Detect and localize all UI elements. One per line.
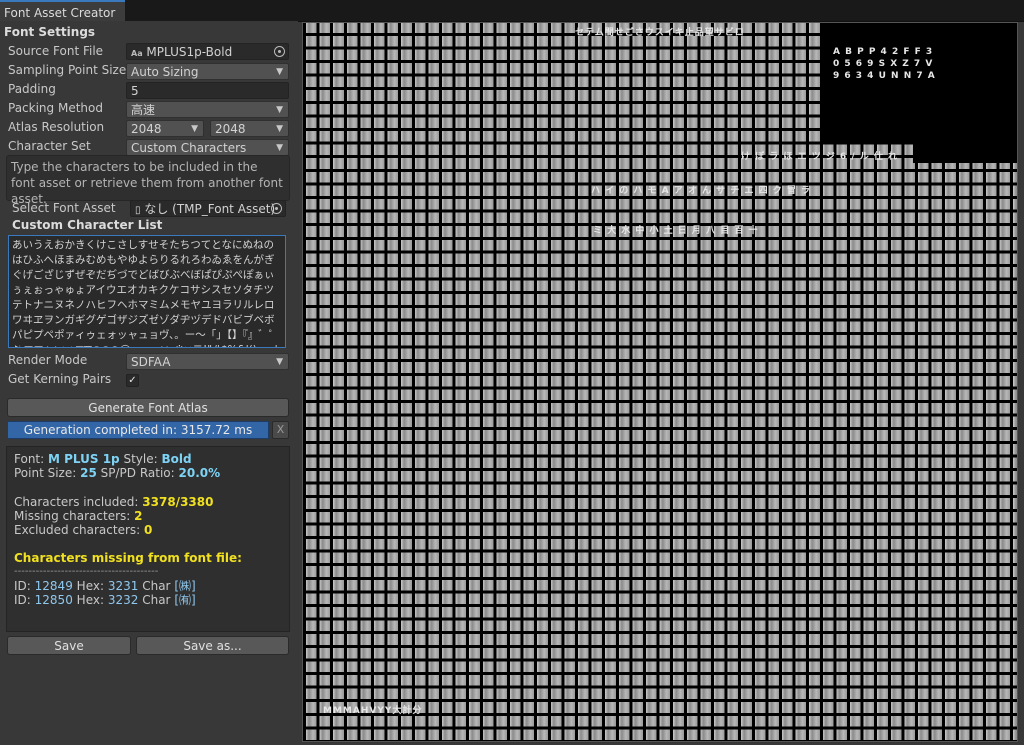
- missing-title: Characters missing from font file:: [14, 551, 242, 565]
- atlas-glyph-row: 0 5 6 9 S X Z 7 V: [833, 59, 934, 69]
- missing-char-row: ID: 12849 Hex: 3231 Char [㈱]: [14, 579, 196, 594]
- atlas-width-value: 2048: [131, 122, 162, 136]
- atlas-glyph-row: ハ イ の ハ モ A ア オ ん サ チ エ 四 ク 冒 ラ: [591, 186, 811, 196]
- source-font-field[interactable]: Aa MPLUS1p-Bold: [126, 43, 289, 60]
- tab-font-asset-creator[interactable]: Font Asset Creator: [0, 0, 126, 21]
- atlas-height-dropdown[interactable]: 2048 ▼: [210, 120, 289, 137]
- padding-input[interactable]: 5: [126, 82, 289, 99]
- kerning-checkbox[interactable]: ✓: [126, 374, 139, 387]
- char-value: [㈲]: [174, 593, 196, 607]
- atlas-empty-region: [823, 23, 1017, 143]
- atlas-glyph-row: 9 6 3 4 U N N 7 A: [833, 71, 936, 81]
- atlas-glyph-row: セテム間せごさウスイキ止品望サビロ: [575, 28, 745, 38]
- render-mode-label: Render Mode: [8, 353, 88, 367]
- atlas-glyph-row: A B P P 4 2 F F 3: [833, 47, 934, 57]
- character-set-value: Custom Characters: [131, 141, 247, 155]
- select-font-asset-field[interactable]: ▯ なし (TMP_Font Asset): [130, 200, 286, 217]
- object-picker-icon[interactable]: [271, 203, 282, 214]
- render-mode-value: SDFAA: [131, 355, 171, 369]
- sampling-point-size-value: Auto Sizing: [131, 65, 199, 79]
- source-font-label: Source Font File: [8, 44, 104, 58]
- custom-character-list-title: Custom Character List: [12, 218, 163, 232]
- included-label: Characters included:: [14, 495, 139, 509]
- document-icon: ▯: [135, 205, 141, 216]
- custom-character-list-textarea[interactable]: あいうえおかきくけこさしすせそたちつてとなにぬねのはひふへほまみむめもやゆよらり…: [8, 235, 286, 348]
- char-label: Char: [142, 593, 171, 607]
- hex-label: Hex:: [76, 593, 105, 607]
- atlas-resolution-label: Atlas Resolution: [8, 120, 105, 134]
- sampling-point-size-label: Sampling Point Size: [8, 63, 127, 77]
- generation-report: Font: M PLUS 1p Style: Bold Point Size: …: [6, 446, 290, 632]
- char-value: [㈱]: [174, 579, 196, 593]
- chevron-down-icon: ▼: [276, 143, 283, 153]
- atlas-empty-region: [913, 143, 1017, 163]
- style-value: Bold: [161, 452, 192, 466]
- packing-method-value: 高速: [131, 103, 156, 117]
- save-as-button[interactable]: Save as...: [136, 636, 289, 655]
- id-label: ID:: [14, 593, 31, 607]
- character-set-dropdown[interactable]: Custom Characters ▼: [126, 139, 289, 156]
- tab-bar: Font Asset Creator: [0, 0, 1024, 22]
- render-mode-dropdown[interactable]: SDFAA ▼: [126, 353, 289, 370]
- missing-char-row: ID: 12850 Hex: 3232 Char [㈲]: [14, 593, 196, 608]
- hex-label: Hex:: [76, 579, 105, 593]
- point-size-value: 25: [80, 466, 97, 480]
- report-divider: ----------------------------------------: [14, 566, 159, 577]
- ratio-value: 20.0%: [178, 466, 221, 480]
- hex-value: 3232: [107, 593, 139, 607]
- cancel-generation-button[interactable]: X: [272, 421, 289, 439]
- object-picker-icon[interactable]: [274, 46, 285, 57]
- select-font-asset-value: なし (TMP_Font Asset): [144, 202, 276, 216]
- padding-label: Padding: [8, 82, 56, 96]
- font-atlas-preview: セテム間せごさウスイキ止品望サビロ A B P P 4 2 F F 3 0 5 …: [302, 22, 1018, 742]
- generation-progress-bar: Generation completed in: 3157.72 ms: [7, 421, 269, 439]
- missing-label: Missing characters:: [14, 509, 131, 523]
- character-set-help-box: Type the characters to be included in th…: [6, 155, 290, 206]
- excluded-value: 0: [144, 523, 153, 537]
- missing-value: 2: [134, 509, 143, 523]
- font-value: M PLUS 1p: [48, 452, 120, 466]
- source-font-value: MPLUS1p-Bold: [146, 45, 233, 59]
- atlas-height-value: 2048: [215, 122, 246, 136]
- sampling-point-size-dropdown[interactable]: Auto Sizing ▼: [126, 63, 289, 80]
- select-font-asset-label: Select Font Asset: [12, 201, 116, 215]
- id-value: 12850: [34, 593, 73, 607]
- atlas-width-dropdown[interactable]: 2048 ▼: [126, 120, 204, 137]
- font-label: Font:: [14, 452, 45, 466]
- font-file-icon: Aa: [131, 49, 143, 58]
- chevron-down-icon: ▼: [276, 67, 283, 77]
- chevron-down-icon: ▼: [191, 124, 198, 134]
- hex-value: 3231: [107, 579, 139, 593]
- style-label: Style:: [123, 452, 158, 466]
- id-label: ID:: [14, 579, 31, 593]
- packing-method-label: Packing Method: [8, 101, 103, 115]
- char-label: Char: [142, 579, 171, 593]
- generate-font-atlas-button[interactable]: Generate Font Atlas: [7, 398, 289, 417]
- atlas-glyph-row: MMMAHVYY大計分: [323, 706, 423, 716]
- chevron-down-icon: ▼: [276, 124, 283, 134]
- section-title-font-settings: Font Settings: [4, 25, 96, 39]
- save-button[interactable]: Save: [7, 636, 131, 655]
- settings-panel: Font Settings Source Font File Aa MPLUS1…: [0, 21, 298, 745]
- chevron-down-icon: ▼: [276, 357, 283, 367]
- atlas-glyph-row: ミ 大 水 中 小 土 日 月 八 目 百 十: [593, 226, 759, 236]
- atlas-glyph-row: け ぼ ラ ほ エ ツ ジ 6 / ル 仕 れ: [741, 152, 899, 162]
- id-value: 12849: [34, 579, 73, 593]
- excluded-label: Excluded characters:: [14, 523, 141, 537]
- chevron-down-icon: ▼: [276, 105, 283, 115]
- character-set-label: Character Set: [8, 139, 91, 153]
- point-size-label: Point Size:: [14, 466, 77, 480]
- packing-method-dropdown[interactable]: 高速 ▼: [126, 101, 289, 118]
- kerning-label: Get Kerning Pairs: [8, 372, 112, 386]
- included-value: 3378/3380: [142, 495, 214, 509]
- ratio-label: SP/PD Ratio:: [100, 466, 175, 480]
